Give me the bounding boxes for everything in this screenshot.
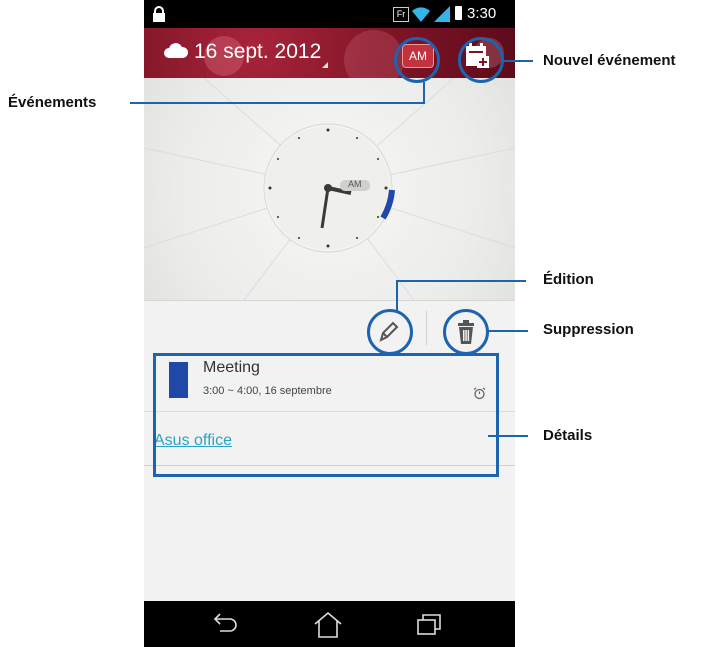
new-event-highlight [458,37,504,83]
callout-edit: Édition [543,271,594,288]
am-button-highlight [394,37,440,83]
details-callout-line [488,435,528,437]
events-callout-line [130,102,424,104]
callout-details: Détails [543,427,593,444]
details-highlight [153,353,499,477]
home-icon[interactable] [312,611,344,639]
clock-area: AM [144,78,515,300]
keyboard-language-indicator: Fr [393,7,409,22]
status-time: 3:30 [467,5,497,22]
cloud-weather-icon [164,43,188,58]
date-selector[interactable]: 16 sept. 2012 [194,40,321,64]
signal-icon [434,6,450,22]
callout-events: Événements [8,94,97,111]
wifi-icon [412,7,430,22]
edit-highlight [367,309,413,355]
clock-am-badge: AM [348,179,362,189]
battery-icon [455,6,462,20]
callout-delete: Suppression [543,321,634,338]
events-callout-line [423,82,425,104]
callout-new-event: Nouvel événement [543,52,676,69]
new-event-callout-line [503,60,533,62]
edit-callout-line [396,280,398,312]
delete-highlight [443,309,489,355]
lock-icon [153,6,165,22]
action-separator [426,311,427,345]
navigation-bar [144,601,515,647]
delete-callout-line [488,330,528,332]
edit-callout-line [396,280,526,282]
status-bar: Fr 3:30 [144,0,515,28]
back-icon[interactable] [210,611,242,637]
dropdown-indicator-icon [322,62,328,68]
recent-apps-icon[interactable] [414,611,444,637]
divider [144,300,515,301]
